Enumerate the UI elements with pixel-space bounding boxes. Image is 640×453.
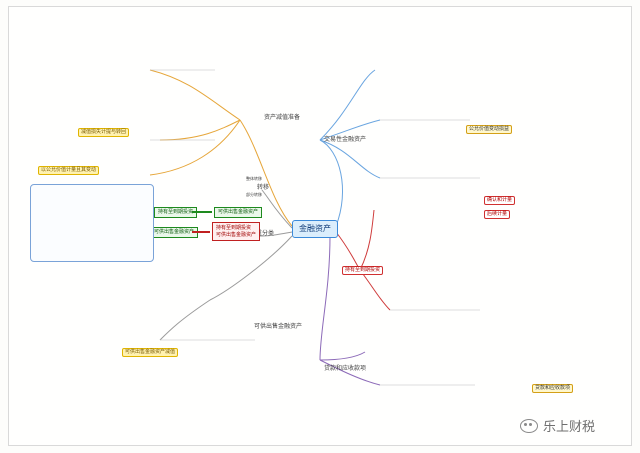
green-box-htm: 持有至到期投资 (154, 207, 198, 218)
mindmap-canvas: 金融资产 资产减值准备 交易性金融资产 转移 重分类 持有至到期投资 可供出售金… (0, 0, 640, 453)
branch-label: 贷款和应收款项 (324, 365, 367, 372)
green-arrow (192, 211, 212, 213)
wechat-icon (520, 418, 538, 433)
yellow-label-fvtpl: 公允价值变动损益 (466, 125, 513, 134)
green-box-afs: 可供出售金融资产 (214, 207, 263, 218)
branch-transfer[interactable]: 转移 (255, 184, 271, 192)
central-topic[interactable]: 金融资产 (292, 220, 338, 238)
label-loans: 贷款和应收款项 (532, 384, 574, 393)
branch-label: 资产减值准备 (264, 114, 301, 121)
branch-label: 持有至到期投资 (345, 267, 381, 273)
watermark: 乐上财税 (520, 416, 595, 435)
reclass-entry-panel (30, 184, 154, 262)
branch-label: 交易性金融资产 (324, 136, 367, 143)
branch-label: 转移 (257, 184, 270, 191)
red-box-reclass: 持有至到期投资 可供出售金融资产 (212, 222, 261, 241)
branch-label: 可供出售金融资产 (254, 323, 303, 330)
transfer-partial: 部分转移 (246, 192, 262, 197)
red-note-subsequent: 后续计量 (484, 210, 511, 219)
branch-available-for-sale[interactable]: 可供出售金融资产 (252, 323, 304, 331)
yellow-label-afs-impairment: 可供出售金融资产减值 (122, 348, 179, 357)
central-topic-label: 金融资产 (299, 224, 331, 233)
green-box-afs-2: 可供出售金融资产 (150, 227, 199, 238)
yellow-label-impairment: 减值损失计提与转回 (78, 128, 130, 137)
transfer-whole: 整体转移 (246, 176, 262, 181)
branch-loans-receivables[interactable]: 贷款和应收款项 (322, 365, 368, 373)
branch-trading-assets[interactable]: 交易性金融资产 (322, 136, 368, 144)
branch-held-to-maturity[interactable]: 持有至到期投资 (342, 266, 384, 275)
red-note-recognition: 确认和计量 (484, 196, 516, 205)
red-arrow (192, 231, 210, 233)
branch-asset-impairment[interactable]: 资产减值准备 (262, 114, 302, 122)
yellow-label-fv: 以公允价值计量且其变动 (38, 166, 100, 175)
watermark-text: 乐上财税 (543, 420, 596, 435)
